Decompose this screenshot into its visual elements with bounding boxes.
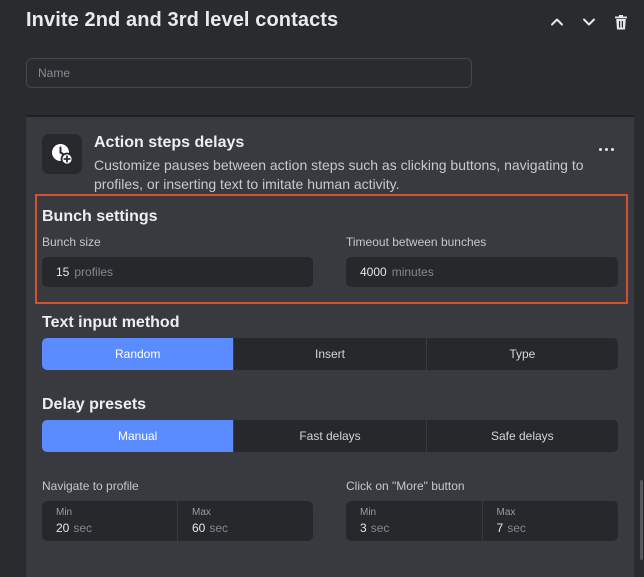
- page-title: Invite 2nd and 3rd level contacts: [26, 9, 339, 31]
- bunch-size-label: Bunch size: [42, 235, 101, 249]
- trash-icon: [615, 14, 627, 29]
- timeout-label: Timeout between bunches: [346, 235, 487, 249]
- navigate-min-value: 20: [56, 521, 70, 535]
- name-input[interactable]: [26, 58, 472, 88]
- bunch-settings-title: Bunch settings: [42, 208, 158, 225]
- preset-fast-delays[interactable]: Fast delays: [233, 420, 425, 452]
- navigate-min-unit: sec: [73, 521, 93, 535]
- min-label: Min: [56, 507, 73, 518]
- click-more-min-unit: sec: [370, 521, 390, 535]
- section-description: Customize pauses between action steps su…: [94, 157, 584, 192]
- option-random[interactable]: Random: [42, 338, 234, 370]
- preset-manual[interactable]: Manual: [42, 420, 234, 452]
- max-label: Max: [496, 507, 516, 518]
- move-up-button[interactable]: [548, 11, 566, 33]
- click-more-max-value: 7: [496, 521, 504, 535]
- navigate-max-field[interactable]: Max 60 sec: [177, 501, 313, 541]
- page-header: Invite 2nd and 3rd level contacts: [26, 9, 630, 35]
- min-label: Min: [360, 507, 377, 518]
- click-more-min-value: 3: [360, 521, 367, 535]
- navigate-max-unit: sec: [209, 521, 229, 535]
- clock-plus-icon: [52, 144, 73, 165]
- click-more-delay: Min 3 sec Max 7 sec: [346, 501, 618, 541]
- delay-presets-selector: Manual Fast delays Safe delays: [42, 420, 618, 452]
- action-delays-card: Action steps delays Customize pauses bet…: [26, 115, 634, 577]
- scrollbar-thumb[interactable]: [640, 480, 643, 560]
- navigate-min-field[interactable]: Min 20 sec: [42, 501, 177, 541]
- navigate-to-profile-delay: Min 20 sec Max 60 sec: [42, 501, 313, 541]
- option-type[interactable]: Type: [425, 338, 618, 370]
- text-input-method-selector: Random Insert Type: [42, 338, 618, 370]
- preset-safe-delays[interactable]: Safe delays: [425, 420, 618, 452]
- max-label: Max: [192, 507, 211, 518]
- move-down-button[interactable]: [580, 11, 598, 33]
- bunch-size-value: 15: [56, 265, 70, 279]
- bunch-size-unit: profiles: [74, 265, 114, 279]
- header-actions: [548, 11, 630, 33]
- text-input-method-title: Text input method: [42, 314, 180, 331]
- click-more-max-unit: sec: [507, 521, 526, 535]
- bunch-size-field[interactable]: 15 profiles: [42, 257, 313, 287]
- click-more-label: Click on "More" button: [346, 479, 465, 493]
- section-icon-box: [42, 134, 82, 174]
- timeout-value: 4000: [360, 265, 387, 279]
- more-options-button[interactable]: [592, 141, 620, 157]
- timeout-field[interactable]: 4000 minutes: [346, 257, 618, 287]
- more-dots-icon: [598, 147, 602, 151]
- chevron-up-icon: [551, 18, 563, 26]
- navigate-max-value: 60: [192, 521, 206, 535]
- delay-presets-title: Delay presets: [42, 396, 147, 413]
- option-insert[interactable]: Insert: [233, 338, 425, 370]
- delete-button[interactable]: [612, 11, 630, 33]
- click-more-min-field[interactable]: Min 3 sec: [346, 501, 482, 541]
- timeout-unit: minutes: [391, 265, 434, 279]
- chevron-down-icon: [583, 18, 595, 26]
- click-more-max-field[interactable]: Max 7 sec: [481, 501, 619, 541]
- navigate-to-profile-label: Navigate to profile: [42, 479, 139, 493]
- section-title: Action steps delays: [94, 134, 245, 151]
